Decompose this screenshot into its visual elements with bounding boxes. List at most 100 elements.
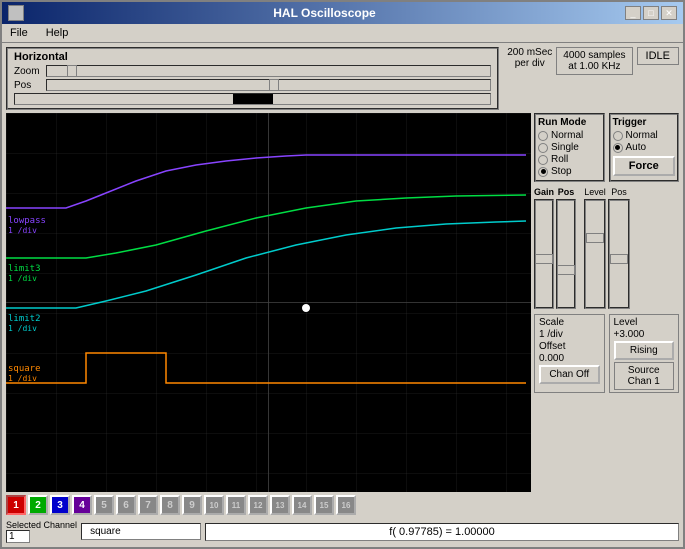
maximize-button[interactable]: □ xyxy=(643,6,659,20)
svg-text:1 /div: 1 /div xyxy=(8,274,37,283)
offset-value-row: 0.000 xyxy=(539,353,600,364)
chan-btn-5[interactable]: 5 xyxy=(94,495,114,515)
signal-name-display: square xyxy=(81,523,201,540)
chan-btn-14[interactable]: 14 xyxy=(292,495,312,515)
chan-btn-1[interactable]: 1 xyxy=(6,495,26,515)
trig-normal-row: Normal xyxy=(613,130,676,141)
trig-auto-row: Auto xyxy=(613,142,676,153)
scale-value-row: 1 /div xyxy=(539,329,600,340)
bottom-section: 1 2 3 4 5 6 7 8 9 10 11 12 13 14 15 16 xyxy=(6,495,679,515)
scale-label: Scale xyxy=(539,317,564,328)
chan-off-button[interactable]: Chan Off xyxy=(539,365,600,384)
title-bar: HAL Oscilloscope _ □ ✕ xyxy=(2,2,683,24)
run-roll-row: Roll xyxy=(538,154,601,165)
timeline-bar[interactable] xyxy=(14,93,491,105)
close-button[interactable]: ✕ xyxy=(661,6,677,20)
level-row: Level xyxy=(614,317,675,328)
trig-level-wrap: Level xyxy=(584,187,606,309)
vpos-slider[interactable] xyxy=(556,199,576,309)
zoom-label: Zoom xyxy=(14,66,42,77)
scale-section: Scale 1 /div Offset 0.000 Chan Off xyxy=(534,314,605,393)
time-info: 200 mSec per div xyxy=(507,47,552,69)
trig-pos-thumb[interactable] xyxy=(610,254,628,264)
trig-pos-wrap: Pos xyxy=(608,187,630,309)
content-area: Horizontal Zoom Pos xyxy=(2,43,683,547)
chan-btn-6[interactable]: 6 xyxy=(116,495,136,515)
rising-button[interactable]: Rising xyxy=(614,341,675,360)
trigger-title: Trigger xyxy=(613,117,676,128)
gain-label: Gain xyxy=(534,187,554,197)
pos-thumb[interactable] xyxy=(269,79,279,91)
chan-label: Chan 1 xyxy=(619,376,670,387)
level-value: +3.000 xyxy=(614,329,645,340)
trig-auto-radio[interactable] xyxy=(613,143,623,153)
chan-btn-11[interactable]: 11 xyxy=(226,495,246,515)
gain-slider[interactable] xyxy=(534,199,554,309)
help-menu[interactable]: Help xyxy=(42,26,73,40)
samples-freq: at 1.00 KHz xyxy=(563,61,625,72)
chan-btn-15[interactable]: 15 xyxy=(314,495,334,515)
chan-btn-3[interactable]: 3 xyxy=(50,495,70,515)
status-idle: IDLE xyxy=(637,47,679,65)
gain-slider-group: Gain xyxy=(534,187,554,309)
chan-btn-7[interactable]: 7 xyxy=(138,495,158,515)
run-mode-group: Run Mode Normal Single Roll xyxy=(534,113,605,182)
file-menu[interactable]: File xyxy=(6,26,32,40)
per-div: per div xyxy=(515,58,545,69)
run-roll-label: Roll xyxy=(551,154,568,165)
menu-bar: File Help xyxy=(2,24,683,43)
run-stop-row: Stop xyxy=(538,166,601,177)
trig-pos-slider[interactable] xyxy=(608,199,630,309)
zoom-thumb[interactable] xyxy=(67,65,77,77)
svg-text:1 /div: 1 /div xyxy=(8,374,37,383)
selected-channel-group: Selected Channel xyxy=(6,520,77,543)
oscilloscope-display: lowpass 1 /div limit3 1 /div limit2 1 /d… xyxy=(6,113,531,492)
window-title: HAL Oscilloscope xyxy=(24,6,625,20)
main-area: lowpass 1 /div limit3 1 /div limit2 1 /d… xyxy=(6,113,679,492)
timeline-thumb[interactable] xyxy=(233,94,273,104)
chan-btn-13[interactable]: 13 xyxy=(270,495,290,515)
source-chan-box: Source Chan 1 xyxy=(614,362,675,390)
vertical-sliders: Gain Pos xyxy=(534,187,576,309)
vpos-thumb[interactable] xyxy=(557,265,575,275)
chan-btn-9[interactable]: 9 xyxy=(182,495,202,515)
scale-row: Scale xyxy=(539,317,600,328)
gain-thumb[interactable] xyxy=(535,254,553,264)
chan-btn-2[interactable]: 2 xyxy=(28,495,48,515)
top-controls: Horizontal Zoom Pos xyxy=(6,47,679,110)
level-value-row: +3.000 xyxy=(614,329,675,340)
chan-btn-10[interactable]: 10 xyxy=(204,495,224,515)
trig-level-thumb[interactable] xyxy=(586,233,604,243)
level-label-trig: Level xyxy=(584,187,606,197)
horizontal-label: Horizontal xyxy=(14,51,491,63)
source-label: Source xyxy=(619,365,670,376)
svg-text:limit2: limit2 xyxy=(8,314,41,324)
force-button[interactable]: Force xyxy=(613,156,676,176)
chan-btn-4[interactable]: 4 xyxy=(72,495,92,515)
run-stop-label: Stop xyxy=(551,166,572,177)
run-single-row: Single xyxy=(538,142,601,153)
zoom-slider[interactable] xyxy=(46,65,491,77)
pos-label: Pos xyxy=(14,80,42,91)
samples-count: 4000 samples xyxy=(563,50,625,61)
chan-btn-8[interactable]: 8 xyxy=(160,495,180,515)
chan-btn-12[interactable]: 12 xyxy=(248,495,268,515)
trigger-group: Trigger Normal Auto Force xyxy=(609,113,680,182)
run-roll-radio[interactable] xyxy=(538,155,548,165)
window-icon xyxy=(8,5,24,21)
offset-value: 0.000 xyxy=(539,353,564,364)
samples-box: 4000 samples at 1.00 KHz xyxy=(556,47,632,75)
run-trigger-row: Run Mode Normal Single Roll xyxy=(534,113,679,182)
chan-btn-16[interactable]: 16 xyxy=(336,495,356,515)
minimize-button[interactable]: _ xyxy=(625,6,641,20)
run-single-radio[interactable] xyxy=(538,143,548,153)
trig-normal-radio[interactable] xyxy=(613,131,623,141)
run-normal-radio[interactable] xyxy=(538,131,548,141)
vpos-label: Pos xyxy=(558,187,575,197)
trig-level-slider[interactable] xyxy=(584,199,606,309)
pos-slider[interactable] xyxy=(46,79,491,91)
selected-channel-input[interactable] xyxy=(6,530,30,543)
run-normal-row: Normal xyxy=(538,130,601,141)
run-stop-radio[interactable] xyxy=(538,167,548,177)
trig-auto-label: Auto xyxy=(626,142,647,153)
